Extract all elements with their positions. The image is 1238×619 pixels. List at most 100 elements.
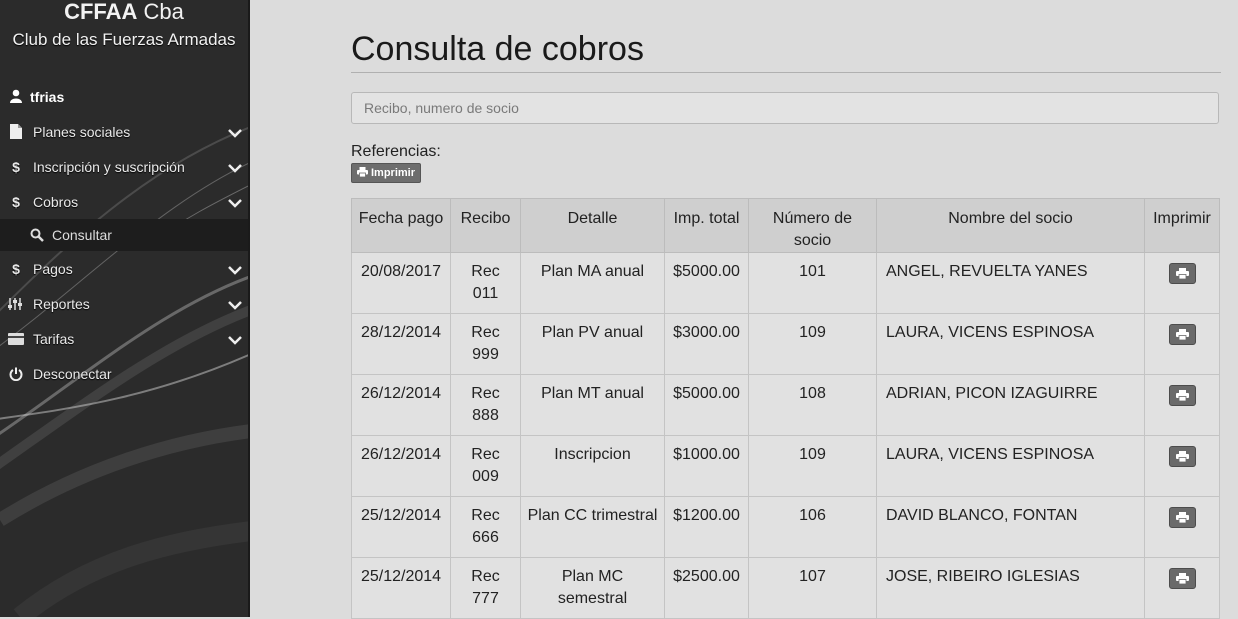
sidebar-item-label: Pagos xyxy=(33,260,73,277)
print-button[interactable] xyxy=(1168,385,1196,406)
col-header-imprimir: Imprimir xyxy=(1144,198,1220,253)
dollar-icon: $ xyxy=(12,260,20,277)
cell-nombre-socio: LAURA, VICENS ESPINOSA xyxy=(876,435,1145,497)
sliders-icon xyxy=(8,297,24,311)
cell-fecha: 26/12/2014 xyxy=(351,374,451,436)
cell-nombre-socio: ADRIAN, PICON IZAGUIRRE xyxy=(876,374,1145,436)
sidebar-item-planes-sociales[interactable]: Planes sociales xyxy=(0,114,248,149)
cell-importe: $1000.00 xyxy=(664,435,749,497)
sidebar-subitem-consultar[interactable]: Consultar xyxy=(0,219,248,251)
title-divider xyxy=(351,72,1221,73)
cell-numero-socio: 107 xyxy=(748,557,877,619)
brand: CFFAA Cba Club de las Fuerzas Armadas xyxy=(0,0,248,50)
sidebar-item-label: Reportes xyxy=(33,295,90,312)
cell-imprimir xyxy=(1144,313,1220,375)
col-header-recibo[interactable]: Recibo xyxy=(450,198,521,253)
sidebar-item-reportes[interactable]: Reportes xyxy=(0,286,248,321)
table-row: 25/12/2014 Rec 666 Plan CC trimestral $1… xyxy=(351,496,1220,558)
cell-detalle: Plan MC semestral xyxy=(520,557,665,619)
card-icon xyxy=(8,332,24,345)
printer-icon xyxy=(1175,390,1189,401)
power-icon xyxy=(8,367,24,381)
cell-detalle: Plan MA anual xyxy=(520,252,665,314)
print-button[interactable] xyxy=(1168,568,1196,589)
print-reference-badge: Imprimir xyxy=(351,163,422,183)
sidebar-item-tarifas[interactable]: Tarifas xyxy=(0,321,248,356)
document-icon xyxy=(8,124,24,139)
printer-icon xyxy=(1175,573,1189,584)
cell-recibo: Rec 888 xyxy=(450,374,521,436)
main-content: Consulta de cobros Referencias: Imprimir… xyxy=(250,0,1238,619)
search-icon xyxy=(30,228,44,242)
chevron-down-icon xyxy=(228,195,242,211)
print-button[interactable] xyxy=(1168,324,1196,345)
cell-importe: $1200.00 xyxy=(664,496,749,558)
cell-recibo: Rec 666 xyxy=(450,496,521,558)
print-reference-label: Imprimir xyxy=(371,167,416,179)
print-button[interactable] xyxy=(1168,446,1196,467)
page-title: Consulta de cobros xyxy=(351,30,644,68)
cell-nombre-socio: JOSE, RIBEIRO IGLESIAS xyxy=(876,557,1145,619)
sidebar-item-label: Inscripción y suscripción xyxy=(33,158,185,175)
chevron-down-icon xyxy=(228,160,242,176)
table-row: 20/08/2017 Rec 011 Plan MA anual $5000.0… xyxy=(351,252,1220,314)
table-row: 26/12/2014 Rec 009 Inscripcion $1000.00 … xyxy=(351,435,1220,497)
cell-importe: $5000.00 xyxy=(664,252,749,314)
cell-nombre-socio: LAURA, VICENS ESPINOSA xyxy=(876,313,1145,375)
user-name: tfrias xyxy=(30,89,65,105)
table-header-row: Fecha pago Recibo Detalle Imp. total Núm… xyxy=(351,198,1220,253)
col-header-fecha[interactable]: Fecha pago xyxy=(351,198,451,253)
col-header-detalle[interactable]: Detalle xyxy=(520,198,665,253)
sidebar-item-cobros[interactable]: $ Cobros xyxy=(0,184,248,219)
sidebar-item-label: Tarifas xyxy=(33,330,75,347)
printer-icon xyxy=(1175,451,1189,462)
chevron-down-icon xyxy=(228,297,242,313)
sidebar-item-pagos[interactable]: $ Pagos xyxy=(0,251,248,286)
table-row: 26/12/2014 Rec 888 Plan MT anual $5000.0… xyxy=(351,374,1220,436)
sidebar-item-desconectar[interactable]: Desconectar xyxy=(0,356,248,391)
dollar-icon: $ xyxy=(12,193,20,210)
cell-recibo: Rec 009 xyxy=(450,435,521,497)
brand-title-bold: CFFAA xyxy=(64,0,138,24)
sidebar-nav: tfrias Planes sociales $ Inscripción y s… xyxy=(0,80,248,391)
cell-numero-socio: 109 xyxy=(748,313,877,375)
dollar-icon: $ xyxy=(12,158,20,175)
cell-numero-socio: 101 xyxy=(748,252,877,314)
search-input[interactable] xyxy=(351,92,1219,124)
cell-detalle: Plan MT anual xyxy=(520,374,665,436)
sidebar-item-inscripcion[interactable]: $ Inscripción y suscripción xyxy=(0,149,248,184)
cell-fecha: 26/12/2014 xyxy=(351,435,451,497)
col-header-numero-socio[interactable]: Número de socio xyxy=(748,198,877,253)
cell-fecha: 20/08/2017 xyxy=(351,252,451,314)
sidebar-item-label: Planes sociales xyxy=(33,123,131,140)
cell-numero-socio: 108 xyxy=(748,374,877,436)
cell-imprimir xyxy=(1144,435,1220,497)
printer-icon xyxy=(1175,512,1189,523)
print-button[interactable] xyxy=(1168,263,1196,284)
cell-fecha: 25/12/2014 xyxy=(351,496,451,558)
cell-recibo: Rec 999 xyxy=(450,313,521,375)
col-header-importe[interactable]: Imp. total xyxy=(664,198,749,253)
printer-icon xyxy=(1175,329,1189,340)
print-button[interactable] xyxy=(1168,507,1196,528)
user-icon xyxy=(8,89,24,106)
chevron-down-icon xyxy=(228,262,242,278)
cell-detalle: Plan CC trimestral xyxy=(520,496,665,558)
cell-fecha: 25/12/2014 xyxy=(351,557,451,619)
cell-importe: $2500.00 xyxy=(664,557,749,619)
sidebar-item-label: Cobros xyxy=(33,193,79,210)
brand-title: CFFAA Cba xyxy=(0,0,248,24)
cell-detalle: Plan PV anual xyxy=(520,313,665,375)
user-menu[interactable]: tfrias xyxy=(0,80,248,114)
chevron-down-icon xyxy=(228,125,242,141)
cell-nombre-socio: DAVID BLANCO, FONTAN xyxy=(876,496,1145,558)
cell-imprimir xyxy=(1144,557,1220,619)
brand-title-rest: Cba xyxy=(137,0,184,24)
table-row: 28/12/2014 Rec 999 Plan PV anual $3000.0… xyxy=(351,313,1220,375)
cell-numero-socio: 109 xyxy=(748,435,877,497)
cell-importe: $3000.00 xyxy=(664,313,749,375)
col-header-nombre-socio[interactable]: Nombre del socio xyxy=(876,198,1145,253)
sidebar: CFFAA Cba Club de las Fuerzas Armadas tf… xyxy=(0,0,250,617)
cell-recibo: Rec 011 xyxy=(450,252,521,314)
cell-fecha: 28/12/2014 xyxy=(351,313,451,375)
